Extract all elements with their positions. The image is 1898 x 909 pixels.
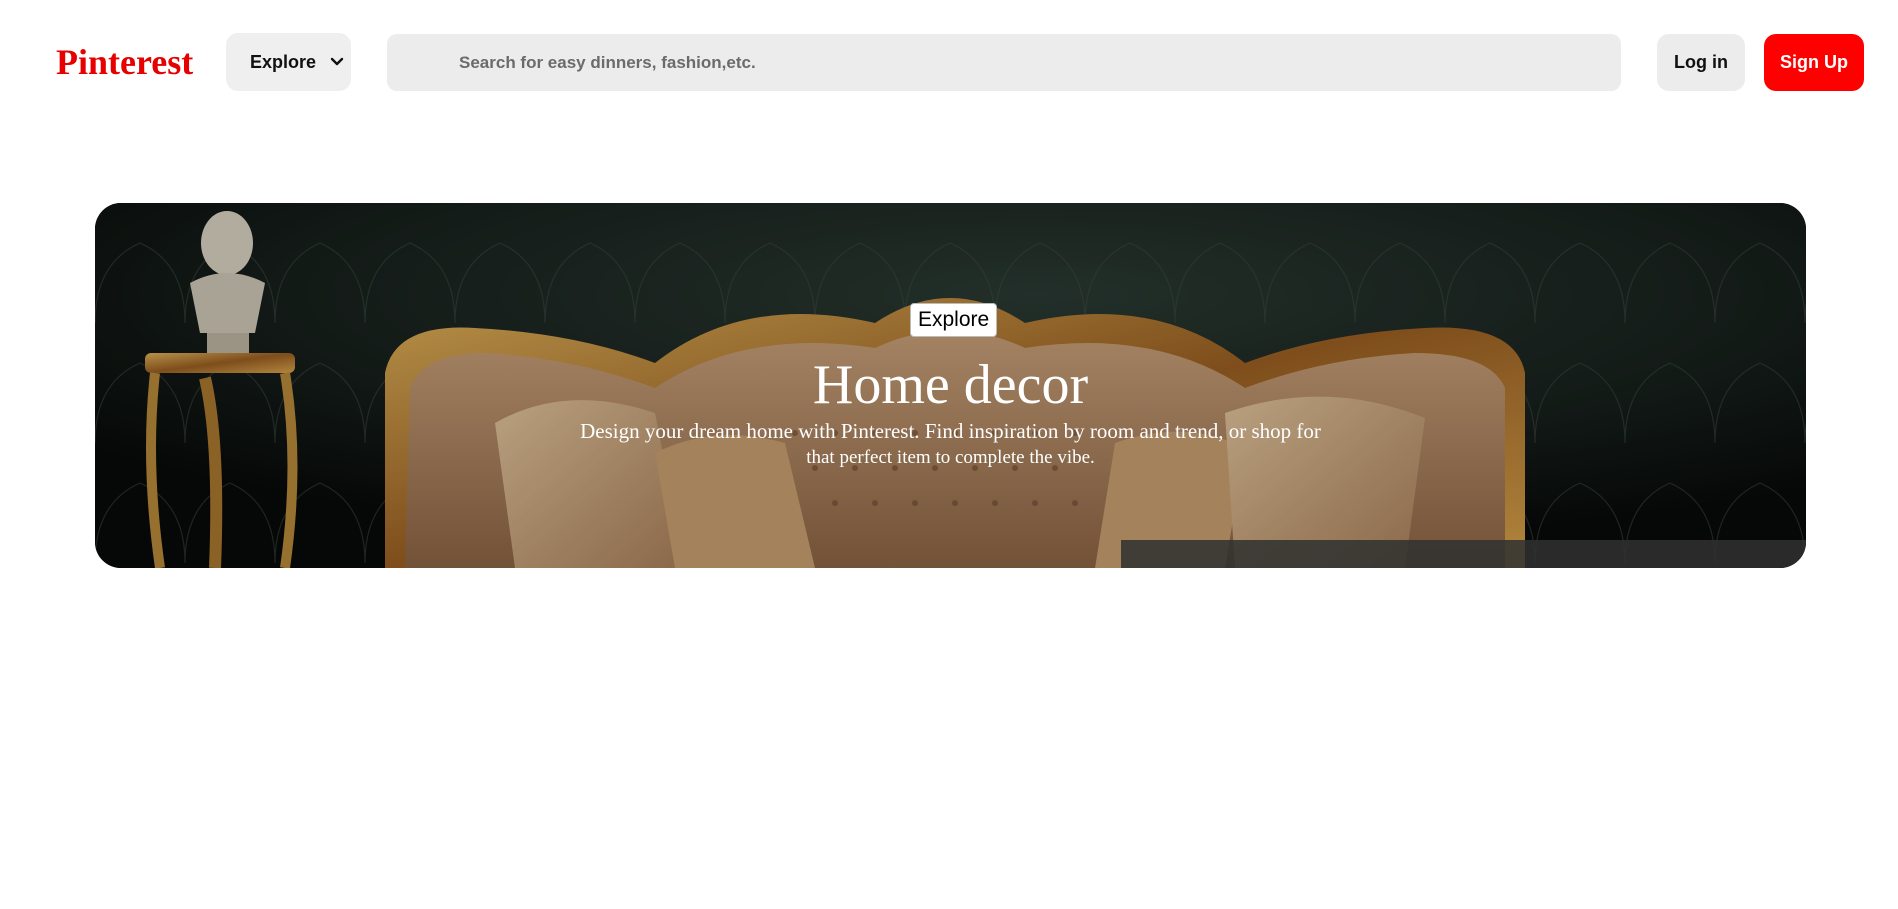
pinterest-logo[interactable]: Pinterest [56,38,193,86]
hero-explore-button[interactable]: Explore [910,303,998,337]
explore-dropdown[interactable]: Explore [226,33,351,91]
search-input[interactable] [457,51,1621,74]
hero-description-line-1: Design your dream home with Pinterest. F… [580,419,1321,443]
login-button[interactable]: Log in [1657,34,1745,91]
explore-dropdown-value: Explore [250,51,317,72]
hero-content: Explore Home decor Design your dream hom… [95,203,1806,568]
top-header: Pinterest Explore Log in Sign Up [0,0,1898,125]
chevron-down-icon [330,57,344,66]
hero-banner: Explore Home decor Design your dream hom… [95,203,1806,568]
search-bar[interactable] [387,34,1621,91]
hero-title: Home decor [812,354,1089,416]
hero-description-line-2: that perfect item to complete the vibe. [806,447,1095,468]
hero-description: Design your dream home with Pinterest. F… [515,419,1386,470]
signup-button[interactable]: Sign Up [1764,34,1864,91]
